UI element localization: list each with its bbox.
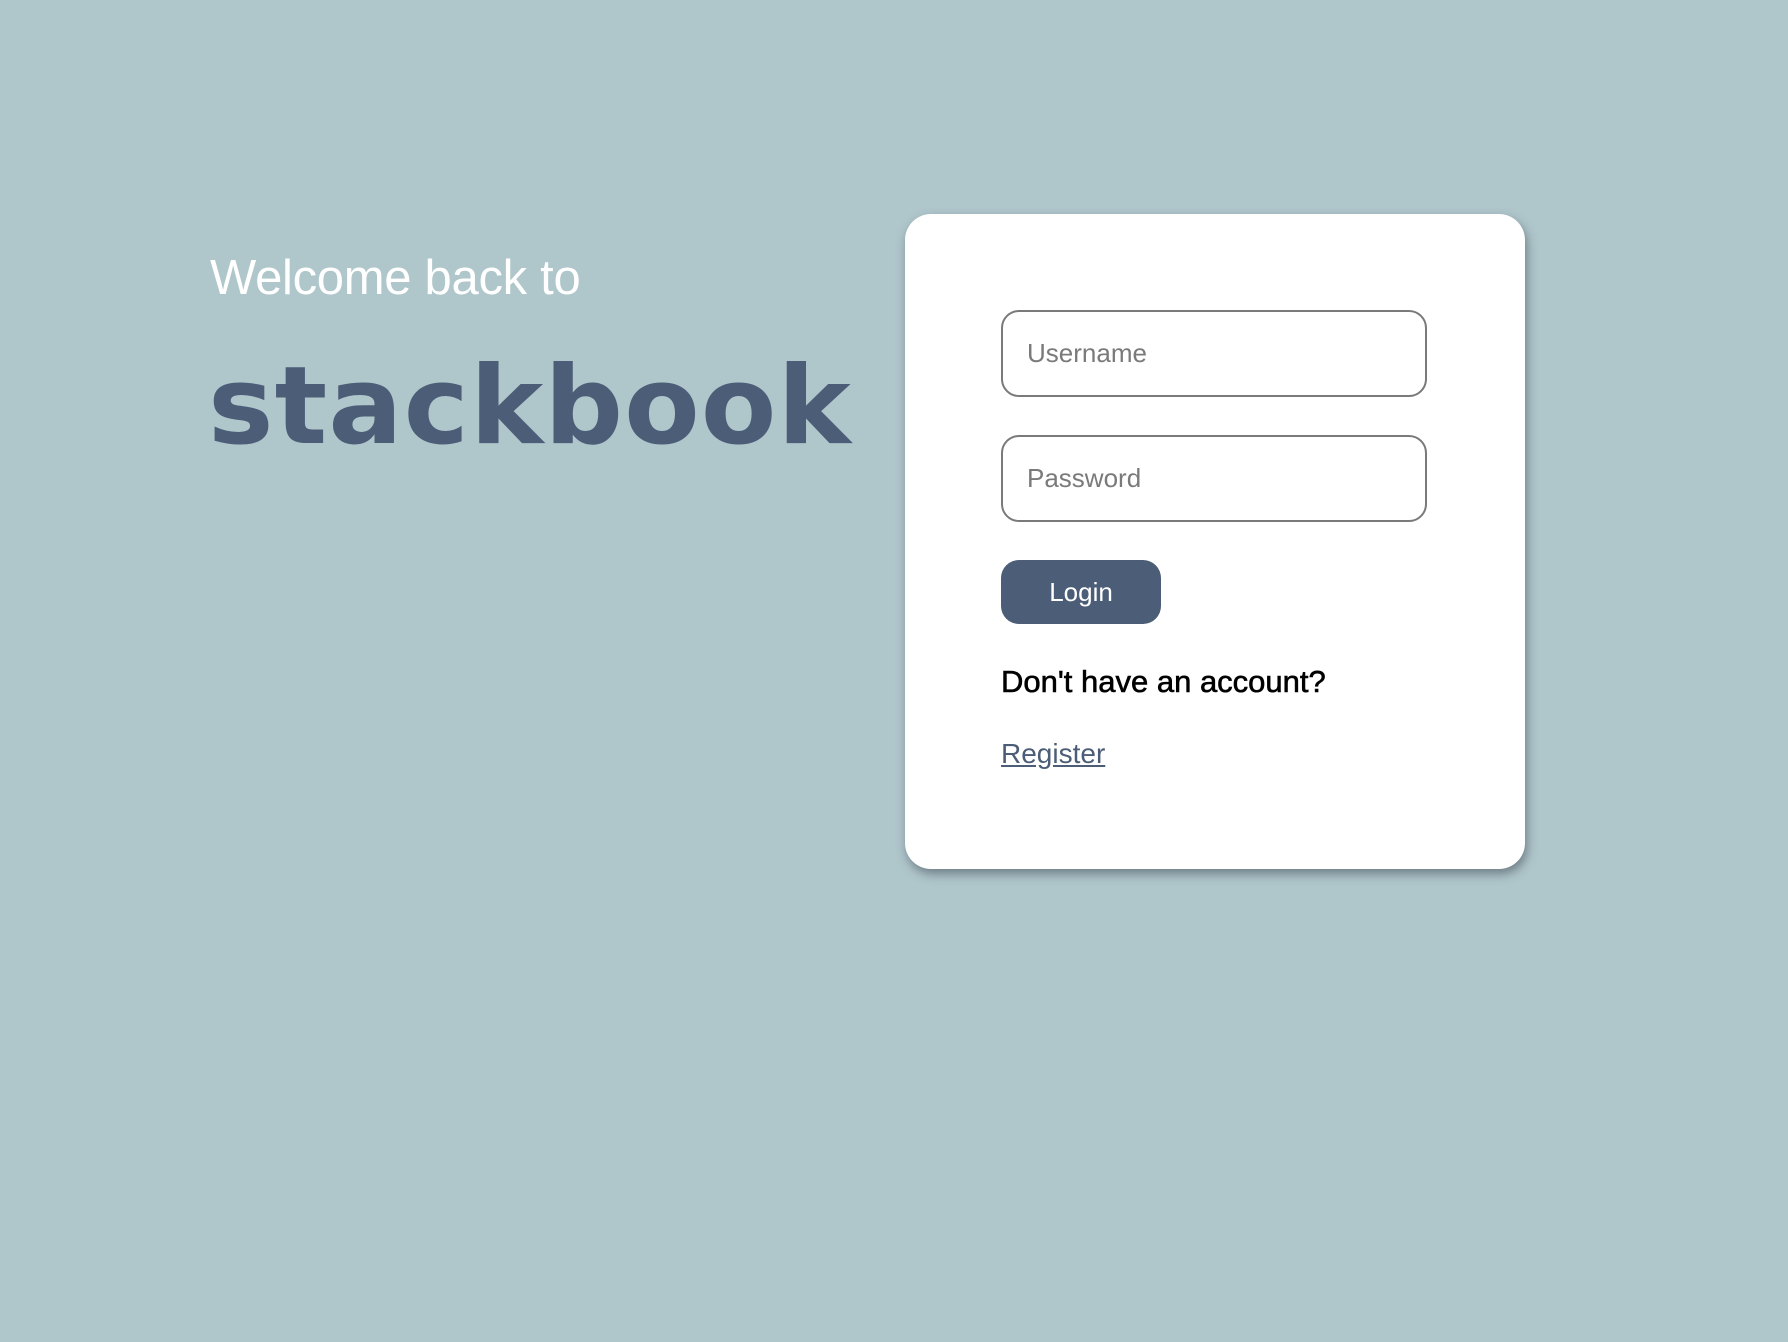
register-link[interactable]: Register (1001, 738, 1105, 770)
login-card: Login Don't have an account? Register (905, 214, 1525, 869)
username-input[interactable] (1001, 310, 1427, 397)
password-input[interactable] (1001, 435, 1427, 522)
no-account-text: Don't have an account? (1001, 664, 1326, 700)
brand-logo: stackbook (208, 344, 852, 469)
welcome-heading: Welcome back to (210, 251, 581, 305)
login-page: Welcome back to stackbook Login Don't ha… (0, 0, 1788, 1342)
login-button[interactable]: Login (1001, 560, 1161, 624)
